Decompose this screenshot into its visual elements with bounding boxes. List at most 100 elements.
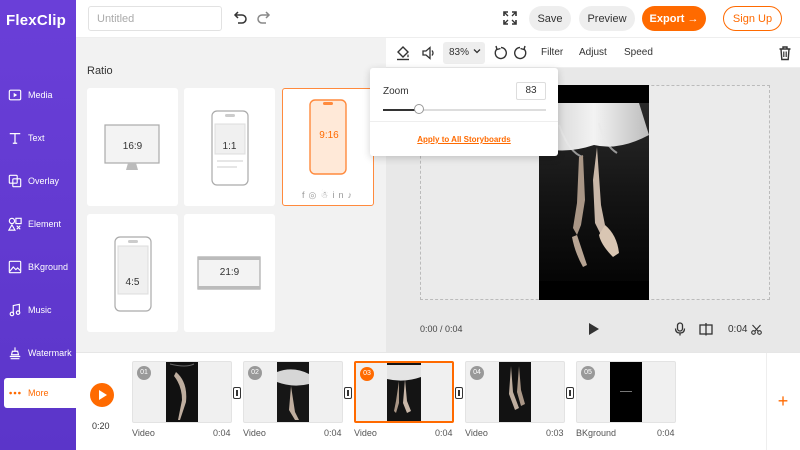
chevron-down-icon — [473, 49, 481, 54]
timeline-total-time: 0:20 — [92, 421, 110, 431]
sidebar-item-bkground[interactable]: BKground — [0, 254, 76, 294]
sidebar-item-watermark[interactable]: Watermark — [0, 340, 76, 380]
export-button[interactable]: Export → — [642, 6, 706, 31]
clip-name: Video — [354, 428, 377, 438]
sidebar-item-overlay[interactable]: Overlay — [0, 168, 76, 208]
zoom-value-input[interactable]: 83 — [516, 82, 546, 100]
sidebar-item-more[interactable]: More — [4, 378, 76, 408]
ratio-option-9-16[interactable]: 9:16 f◎☃in♪ — [282, 88, 374, 206]
ratio-option-4-5[interactable]: 4:5 — [87, 214, 178, 332]
ratio-option-21-9[interactable]: 21:9 — [184, 214, 275, 332]
clip-duration: 0:04 — [657, 428, 675, 438]
clip-name: Video — [465, 428, 488, 438]
sidebar-item-label: Watermark — [28, 348, 72, 358]
clip-duration: 0:04 — [324, 428, 342, 438]
sidebar-item-element[interactable]: Element — [0, 211, 76, 251]
clip-number: 04 — [470, 366, 484, 380]
volume-icon[interactable] — [421, 45, 437, 61]
sidebar-item-text[interactable]: Text — [0, 125, 76, 165]
play-icon — [99, 390, 107, 400]
clip-thumbnail — [277, 362, 309, 422]
play-icon[interactable] — [588, 322, 600, 336]
clip-thumbnail — [166, 362, 198, 422]
app-logo[interactable]: FlexClip — [6, 12, 66, 29]
text-icon — [9, 133, 21, 144]
social-icons: f◎☃in♪ — [293, 190, 365, 202]
ratio-label: 4:5 — [125, 277, 140, 288]
arrow-right-icon: → — [687, 12, 699, 25]
clip-duration: 0:04 — [728, 324, 748, 335]
transition-button[interactable] — [233, 387, 241, 399]
zoom-label: Zoom — [383, 86, 409, 97]
fullscreen-icon[interactable] — [502, 10, 518, 26]
sidebar-item-label: BKground — [28, 262, 69, 272]
sidebar-item-label: Media — [28, 90, 53, 100]
redo-icon[interactable] — [256, 10, 272, 26]
save-button[interactable]: Save — [529, 6, 571, 31]
signup-button[interactable]: Sign Up — [723, 6, 782, 31]
adjust-button[interactable]: Adjust — [579, 47, 607, 58]
clip-duration: 0:04 — [213, 428, 231, 438]
sidebar-item-music[interactable]: Music — [0, 297, 76, 337]
clip-name: Video — [132, 428, 155, 438]
speed-button[interactable]: Speed — [624, 47, 653, 58]
zoom-slider-handle[interactable] — [414, 104, 424, 114]
ratio-label: 21:9 — [219, 267, 240, 278]
split-icon[interactable] — [699, 322, 713, 336]
clip-number: 02 — [248, 366, 262, 380]
transition-button[interactable] — [566, 387, 574, 399]
scissors-icon[interactable] — [751, 324, 762, 335]
element-icon — [8, 217, 22, 231]
clip-thumbnail — [387, 363, 421, 421]
clip-thumbnail — [499, 362, 531, 422]
sidebar-item-label: Overlay — [28, 176, 60, 186]
zoom-value: 83% — [449, 47, 470, 58]
microphone-icon[interactable] — [674, 322, 686, 336]
transition-button[interactable] — [455, 387, 463, 399]
snapchat-icon: ☃ — [320, 190, 333, 200]
music-icon — [9, 303, 21, 317]
export-label: Export — [649, 12, 685, 25]
watermark-icon — [9, 347, 21, 360]
transition-button[interactable] — [344, 387, 352, 399]
clip-number: 01 — [137, 366, 151, 380]
preview-button[interactable]: Preview — [579, 6, 635, 31]
sidebar-item-label: More — [28, 388, 49, 398]
ratio-option-16-9[interactable]: 16:9 — [87, 88, 178, 206]
phone-icon — [114, 236, 152, 312]
clip-name: BKground — [576, 428, 617, 438]
zoom-popup: Zoom 83 Apply to All Storyboards — [370, 68, 558, 156]
divider — [370, 121, 558, 122]
ratio-option-1-1[interactable]: 1:1 — [184, 88, 275, 206]
rotate-right-icon[interactable] — [512, 45, 528, 61]
add-scene-button[interactable]: + — [775, 392, 791, 410]
sidebar-item-media[interactable]: Media — [0, 82, 76, 122]
timeline-clip-5[interactable]: 05 — [576, 361, 676, 423]
timeline-clip-3[interactable]: 03 — [354, 361, 454, 423]
ratio-title: Ratio — [87, 65, 113, 77]
sidebar-item-label: Music — [28, 305, 52, 315]
filter-button[interactable]: Filter — [541, 47, 563, 58]
fill-bucket-icon[interactable] — [395, 45, 411, 61]
add-scene-area: + — [766, 353, 800, 450]
sidebar: FlexClip Media Text Overlay Element BKgr… — [0, 0, 76, 450]
timeline-play-button[interactable] — [90, 383, 114, 407]
rotate-left-icon[interactable] — [493, 45, 509, 61]
clip-number: 05 — [581, 366, 595, 380]
trash-icon[interactable] — [777, 45, 793, 61]
clip-number: 03 — [360, 367, 374, 381]
media-icon — [8, 89, 22, 101]
ratio-label: 1:1 — [222, 141, 237, 152]
zoom-dropdown[interactable]: 83% — [443, 42, 485, 64]
clip-duration: 0:04 — [435, 428, 453, 438]
timeline-clip-4[interactable]: 04 — [465, 361, 565, 423]
ratio-label: 16:9 — [122, 141, 143, 152]
undo-icon[interactable] — [232, 10, 248, 26]
apply-all-storyboards-link[interactable]: Apply to All Storyboards — [370, 135, 558, 144]
timeline: 0:20 01 Video 0:04 02 Video 0:04 03 Vide… — [76, 352, 800, 450]
timeline-clip-2[interactable]: 02 — [243, 361, 343, 423]
sidebar-item-label: Element — [28, 219, 62, 229]
project-title-input[interactable] — [88, 6, 222, 31]
ratio-label: 9:16 — [319, 130, 339, 141]
timeline-clip-1[interactable]: 01 — [132, 361, 232, 423]
